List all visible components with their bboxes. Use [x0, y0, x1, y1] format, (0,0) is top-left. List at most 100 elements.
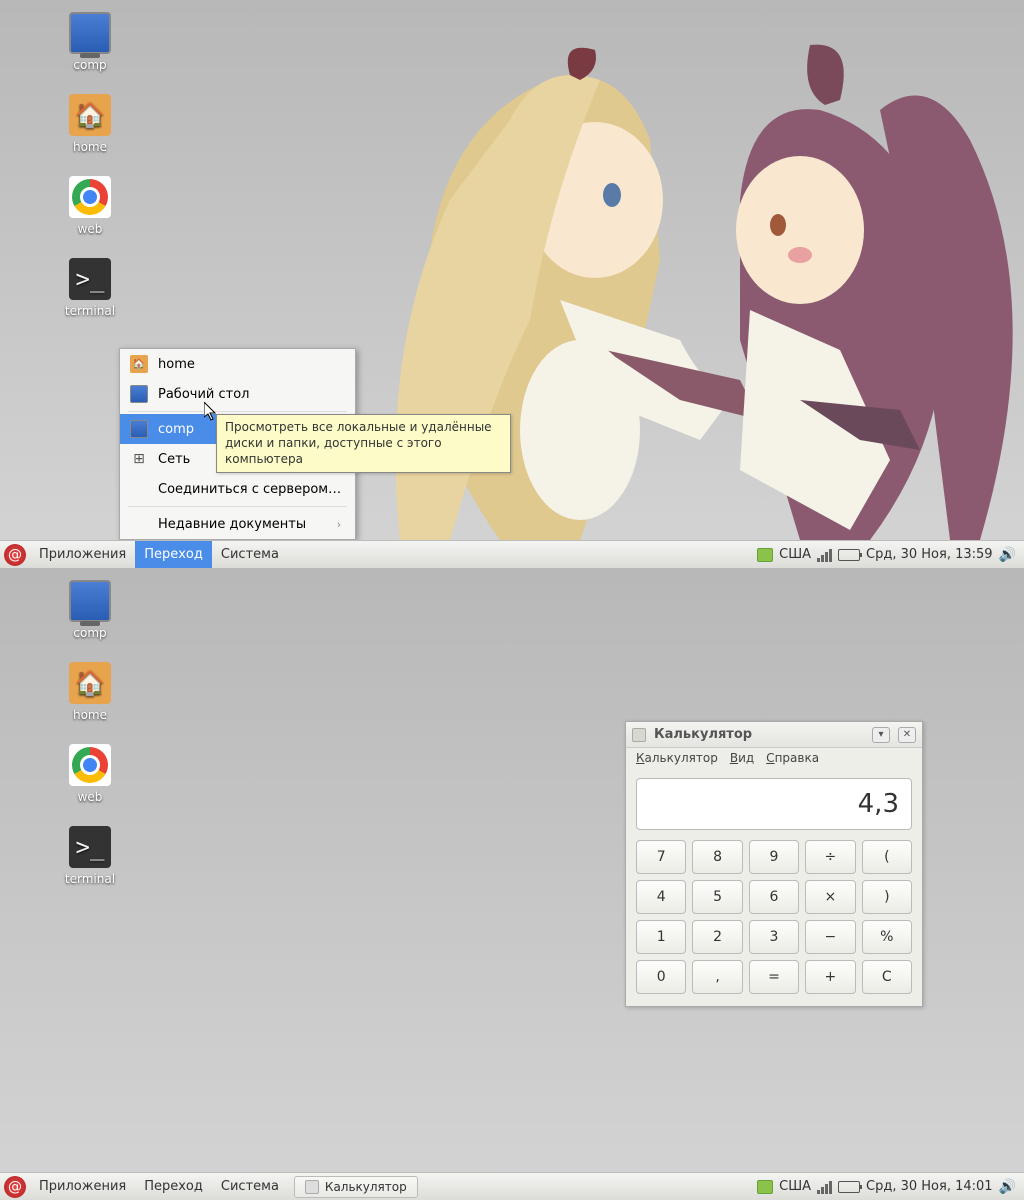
tooltip: Просмотреть все локальные и удалённые ди…: [216, 414, 511, 473]
signal-bars-icon[interactable]: [817, 1180, 832, 1194]
calc-btn-lparen[interactable]: (: [862, 840, 912, 874]
chevron-right-icon: ›: [337, 518, 341, 531]
menu-text: алькулятор: [645, 751, 718, 765]
icon-label: terminal: [65, 304, 115, 318]
calc-btn-2[interactable]: 2: [692, 920, 742, 954]
desktop-icon-home[interactable]: 🏠home: [50, 662, 130, 722]
debian-menu-icon[interactable]: @: [4, 1176, 26, 1198]
menu-label: Рабочий стол: [158, 387, 249, 402]
desktop-screenshot-1: comp 🏠home web >_terminal 🏠home Рабочий …: [0, 0, 1024, 568]
calculator-tiny-icon: [305, 1180, 319, 1194]
calc-btn-minus[interactable]: −: [805, 920, 855, 954]
minimize-button[interactable]: ▾: [872, 727, 890, 743]
desktop-icon-web[interactable]: web: [50, 176, 130, 236]
taskbar-button-calculator[interactable]: Калькулятор: [294, 1176, 418, 1198]
calc-btn-5[interactable]: 5: [692, 880, 742, 914]
system-tray: США Срд, 30 Ноя, 13:59 🔊: [757, 547, 1024, 563]
monitor-icon: [130, 420, 148, 438]
bottom-panel: @ Приложения Переход Система США Срд, 30…: [0, 540, 1024, 568]
menu-label: Переход: [144, 547, 203, 562]
menu-item-recent-docs[interactable]: Недавние документы ›: [120, 509, 355, 539]
icon-label: comp: [73, 626, 106, 640]
calc-btn-multiply[interactable]: ×: [805, 880, 855, 914]
calc-btn-divide[interactable]: ÷: [805, 840, 855, 874]
menu-label: Недавние документы: [158, 517, 306, 532]
folder-icon: 🏠: [69, 662, 111, 704]
panel-menu-places[interactable]: Переход: [135, 1173, 212, 1200]
icon-label: comp: [73, 58, 106, 72]
calculator-window: Калькулятор ▾ ✕ Калькулятор Вид Справка …: [625, 721, 923, 1007]
calc-btn-equals[interactable]: =: [749, 960, 799, 994]
panel-menu-applications[interactable]: Приложения: [30, 1173, 135, 1200]
close-button[interactable]: ✕: [898, 727, 916, 743]
network-tray-icon[interactable]: [757, 548, 773, 562]
battery-icon[interactable]: [838, 549, 860, 561]
terminal-icon: >_: [69, 258, 111, 300]
menu-label: Переход: [144, 1179, 203, 1194]
menu-label: comp: [158, 422, 194, 437]
desktop-icon-comp[interactable]: comp: [50, 12, 130, 72]
menu-view[interactable]: Вид: [730, 751, 754, 765]
calc-btn-6[interactable]: 6: [749, 880, 799, 914]
desktop-icon-home[interactable]: 🏠home: [50, 94, 130, 154]
battery-icon[interactable]: [838, 1181, 860, 1193]
desktop-screenshot-2: comp 🏠home web >_ terminal Калькулятор ▾ …: [0, 568, 1024, 1200]
blank-icon: [130, 515, 148, 533]
calc-btn-8[interactable]: 8: [692, 840, 742, 874]
icon-label: web: [78, 222, 103, 236]
menu-help[interactable]: Справка: [766, 751, 819, 765]
calculator-display[interactable]: 4,3: [636, 778, 912, 830]
window-title: Калькулятор: [654, 727, 752, 742]
panel-menu-applications[interactable]: Приложения: [30, 541, 135, 568]
calculator-keypad: 7 8 9 ÷ ( 4 5 6 × ) 1 2 3 − % 0 , = + C: [626, 840, 922, 1006]
calc-btn-0[interactable]: 0: [636, 960, 686, 994]
clock[interactable]: Срд, 30 Ноя, 13:59: [866, 547, 993, 562]
calc-btn-plus[interactable]: +: [805, 960, 855, 994]
menu-label: Система: [221, 547, 279, 562]
calc-btn-9[interactable]: 9: [749, 840, 799, 874]
signal-bars-icon[interactable]: [817, 548, 832, 562]
menu-label: Соединиться с сервером…: [158, 482, 341, 497]
network-tray-icon[interactable]: [757, 1180, 773, 1194]
menu-item-connect-server[interactable]: Соединиться с сервером…: [120, 474, 355, 504]
bottom-panel: @ Приложения Переход Система Калькулятор…: [0, 1172, 1024, 1200]
desktop-icon-web[interactable]: web: [50, 744, 130, 804]
desktop-icon-comp[interactable]: comp: [50, 580, 130, 640]
icon-label: terminal: [65, 872, 115, 886]
blank-icon: [130, 480, 148, 498]
display-value: 4,3: [858, 789, 899, 819]
menu-separator: [128, 506, 347, 507]
panel-menu-system[interactable]: Система: [212, 1173, 288, 1200]
volume-icon[interactable]: 🔊: [999, 1179, 1016, 1195]
icon-label: web: [78, 790, 103, 804]
menu-separator: [128, 411, 347, 412]
desktop-icon-terminal[interactable]: >_ terminal: [50, 258, 130, 318]
menu-label: Сеть: [158, 452, 190, 467]
menu-text: ид: [738, 751, 754, 765]
keyboard-layout[interactable]: США: [779, 1179, 811, 1194]
menu-item-desktop[interactable]: Рабочий стол: [120, 379, 355, 409]
panel-menu-system[interactable]: Система: [212, 541, 288, 568]
menu-calculator[interactable]: Калькулятор: [636, 751, 718, 765]
folder-icon: 🏠: [130, 355, 148, 373]
volume-icon[interactable]: 🔊: [999, 547, 1016, 563]
menu-item-home[interactable]: 🏠home: [120, 349, 355, 379]
calc-btn-percent[interactable]: %: [862, 920, 912, 954]
window-titlebar[interactable]: Калькулятор ▾ ✕: [626, 722, 922, 748]
clock[interactable]: Срд, 30 Ноя, 14:01: [866, 1179, 993, 1194]
icon-label: home: [73, 140, 107, 154]
calc-btn-clear[interactable]: C: [862, 960, 912, 994]
taskbar-label: Калькулятор: [325, 1180, 407, 1194]
calc-btn-3[interactable]: 3: [749, 920, 799, 954]
calc-btn-1[interactable]: 1: [636, 920, 686, 954]
terminal-icon: >_: [69, 826, 111, 868]
panel-menu-places[interactable]: Переход: [135, 541, 212, 568]
debian-menu-icon[interactable]: @: [4, 544, 26, 566]
calc-btn-7[interactable]: 7: [636, 840, 686, 874]
desktop-icon-terminal[interactable]: >_ terminal: [50, 826, 130, 886]
system-tray: США Срд, 30 Ноя, 14:01 🔊: [757, 1179, 1024, 1195]
calc-btn-rparen[interactable]: ): [862, 880, 912, 914]
keyboard-layout[interactable]: США: [779, 547, 811, 562]
calc-btn-comma[interactable]: ,: [692, 960, 742, 994]
calc-btn-4[interactable]: 4: [636, 880, 686, 914]
